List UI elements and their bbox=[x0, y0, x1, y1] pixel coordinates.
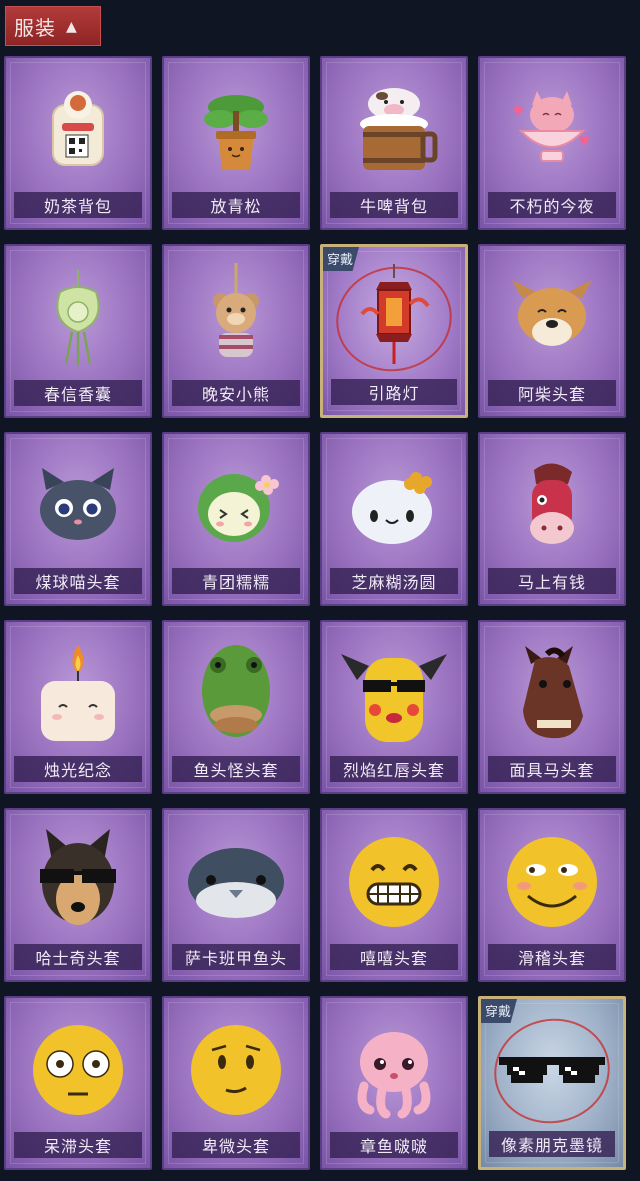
item-card[interactable]: 煤球喵头套 bbox=[4, 432, 152, 606]
item-name: 青团糯糯 bbox=[172, 568, 300, 594]
item-card[interactable]: 阿柴头套 bbox=[478, 244, 626, 418]
item-card[interactable]: 烈焰红唇头套 bbox=[320, 620, 468, 794]
red-lantern-icon bbox=[354, 264, 434, 378]
candle-icon bbox=[33, 641, 123, 751]
item-card[interactable]: 奶茶背包 bbox=[4, 56, 152, 230]
item-card[interactable]: 芝麻糊汤圆 bbox=[320, 432, 468, 606]
item-name: 阿柴头套 bbox=[488, 380, 616, 406]
item-name: 烛光纪念 bbox=[14, 756, 142, 782]
item-name: 马上有钱 bbox=[488, 568, 616, 594]
item-card[interactable]: 鱼头怪头套 bbox=[162, 620, 310, 794]
milk-tea-backpack-icon bbox=[38, 85, 118, 179]
item-card[interactable]: 萨卡班甲鱼头 bbox=[162, 808, 310, 982]
item-card[interactable]: 马上有钱 bbox=[478, 432, 626, 606]
item-name: 章鱼啵啵 bbox=[330, 1132, 458, 1158]
item-name: 奶茶背包 bbox=[14, 192, 142, 218]
item-card-worn[interactable]: 穿戴 像素朋克墨镜 bbox=[478, 996, 626, 1170]
item-card[interactable]: 卑微头套 bbox=[162, 996, 310, 1170]
item-name: 芝麻糊汤圆 bbox=[330, 568, 458, 594]
grin-emoji-mask-icon bbox=[344, 832, 444, 936]
item-name: 像素朋克墨镜 bbox=[489, 1131, 615, 1157]
pink-octopus-icon bbox=[344, 1020, 444, 1124]
item-card[interactable]: ♥ ♥ 不朽的今夜 bbox=[478, 56, 626, 230]
chevron-up-icon: ▲ bbox=[66, 19, 78, 35]
stunned-emoji-mask-icon bbox=[28, 1020, 128, 1124]
item-card[interactable]: 青团糯糯 bbox=[162, 432, 310, 606]
fish-head-icon bbox=[181, 840, 291, 928]
worn-badge: 穿戴 bbox=[481, 999, 518, 1023]
item-name: 鱼头怪头套 bbox=[172, 756, 300, 782]
item-name: 哈士奇头套 bbox=[14, 944, 142, 970]
item-name: 放青松 bbox=[172, 192, 300, 218]
yellow-pikachu-mask-icon bbox=[339, 644, 449, 748]
pixel-sunglasses-icon bbox=[497, 1049, 607, 1097]
red-horse-mask-icon bbox=[512, 458, 592, 558]
teddy-bear-charm-icon bbox=[201, 263, 271, 377]
outfit-category-toggle[interactable]: 服装 ▲ bbox=[5, 6, 101, 46]
item-name: 呆滞头套 bbox=[14, 1132, 142, 1158]
green-dumpling-icon bbox=[188, 464, 284, 552]
item-card-worn[interactable]: 穿戴 引路灯 bbox=[320, 244, 468, 418]
item-card[interactable]: 放青松 bbox=[162, 56, 310, 230]
item-name: 引路灯 bbox=[331, 379, 457, 405]
humble-emoji-mask-icon bbox=[186, 1020, 286, 1124]
item-name: 滑稽头套 bbox=[488, 944, 616, 970]
outfit-category-label: 服装 bbox=[14, 15, 56, 40]
item-name: 晚安小熊 bbox=[172, 380, 300, 406]
pink-cat-bowl-icon: ♥ ♥ bbox=[507, 85, 597, 179]
fish-head-mask-icon bbox=[194, 641, 278, 751]
potted-pine-icon bbox=[196, 85, 276, 179]
item-card[interactable]: 滑稽头套 bbox=[478, 808, 626, 982]
item-name: 烈焰红唇头套 bbox=[330, 756, 458, 782]
item-card[interactable]: 哈士奇头套 bbox=[4, 808, 152, 982]
item-name: 卑微头套 bbox=[172, 1132, 300, 1158]
cow-beer-backpack-icon bbox=[349, 82, 439, 182]
item-card[interactable]: 烛光纪念 bbox=[4, 620, 152, 794]
item-card[interactable]: 章鱼啵啵 bbox=[320, 996, 468, 1170]
item-card[interactable]: 牛啤背包 bbox=[320, 56, 468, 230]
white-rice-ball-icon bbox=[344, 464, 444, 552]
item-name: 牛啤背包 bbox=[330, 192, 458, 218]
item-name: 萨卡班甲鱼头 bbox=[172, 944, 300, 970]
item-card[interactable]: 晚安小熊 bbox=[162, 244, 310, 418]
horse-mask-icon bbox=[507, 644, 597, 748]
item-name: 嘻嘻头套 bbox=[330, 944, 458, 970]
item-name: 不朽的今夜 bbox=[488, 192, 616, 218]
item-card[interactable]: 呆滞头套 bbox=[4, 996, 152, 1170]
shiba-mask-icon bbox=[502, 278, 602, 362]
svg-text:♥: ♥ bbox=[513, 104, 524, 118]
husky-mask-icon bbox=[28, 827, 128, 941]
item-name: 煤球喵头套 bbox=[14, 568, 142, 594]
black-cat-mask-icon bbox=[28, 466, 128, 550]
item-card[interactable]: 面具马头套 bbox=[478, 620, 626, 794]
svg-text:♥: ♥ bbox=[579, 134, 590, 148]
green-sachet-icon bbox=[38, 268, 118, 372]
item-card[interactable]: 春信香囊 bbox=[4, 244, 152, 418]
item-name: 面具马头套 bbox=[488, 756, 616, 782]
item-name: 春信香囊 bbox=[14, 380, 142, 406]
funny-emoji-mask-icon bbox=[502, 832, 602, 936]
item-card[interactable]: 嘻嘻头套 bbox=[320, 808, 468, 982]
